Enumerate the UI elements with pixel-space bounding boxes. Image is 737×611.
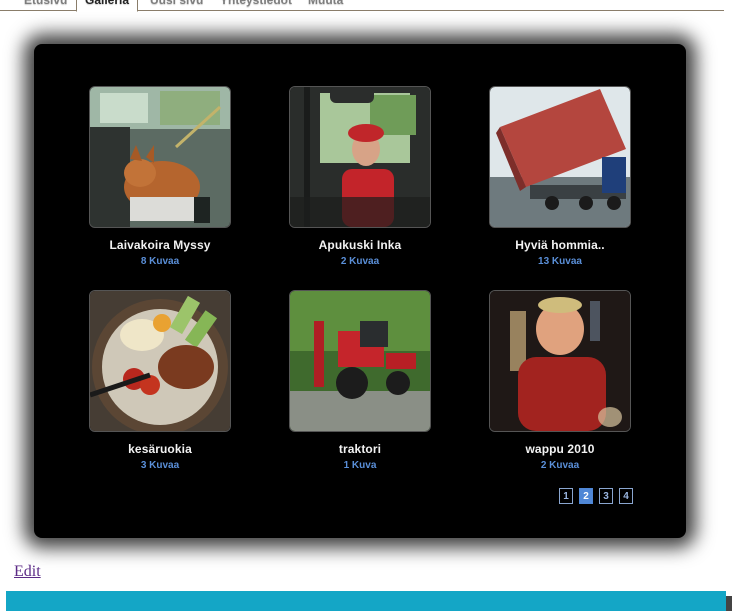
page-link[interactable]: 1 <box>559 488 573 504</box>
album-thumbnail[interactable] <box>289 86 431 228</box>
album-photo-count: 2 Kuvaa <box>340 256 380 267</box>
album-thumbnail[interactable] <box>89 290 231 432</box>
album-thumbnail[interactable] <box>489 290 631 432</box>
container-truck-image <box>490 87 630 227</box>
album-item[interactable]: Laivakoira Myssy 8 Kuvaa <box>80 86 240 267</box>
tab-yhteystiedot[interactable]: Yhteystiedot <box>220 0 292 10</box>
party-portrait-image <box>490 291 630 431</box>
album-thumbnail[interactable] <box>489 86 631 228</box>
album-title[interactable]: wappu 2010 <box>480 442 640 456</box>
red-tractor-image <box>290 291 430 431</box>
tab-strip: Etusivu Galleria Uusi sivu Yhteystiedot … <box>0 0 724 12</box>
tab-galleria[interactable]: Galleria <box>76 0 139 12</box>
page-link[interactable]: 3 <box>599 488 613 504</box>
gallery-panel: Laivakoira Myssy 8 Kuvaa Apukuski Inka 2… <box>34 44 686 538</box>
album-title[interactable]: Laivakoira Myssy <box>80 238 240 252</box>
album-thumbnail[interactable] <box>289 290 431 432</box>
footer-bar-shadow <box>726 596 732 611</box>
album-photo-count: 8 Kuvaa <box>140 256 180 267</box>
album-title[interactable]: traktori <box>280 442 440 456</box>
dog-in-cab-image <box>90 87 230 227</box>
album-item[interactable]: kesäruokia 3 Kuvaa <box>80 290 240 471</box>
edit-link[interactable]: Edit <box>14 563 41 581</box>
tab-uusi-sivu[interactable]: Uusi sivu <box>150 0 203 10</box>
pagination: 1 2 3 4 <box>559 488 633 504</box>
food-plate-image <box>90 291 230 431</box>
album-item[interactable]: Hyviä hommia.. 13 Kuvaa <box>480 86 640 267</box>
tab-etusivu[interactable]: Etusivu <box>24 0 67 10</box>
album-item[interactable]: wappu 2010 2 Kuvaa <box>480 290 640 471</box>
album-item[interactable]: Apukuski Inka 2 Kuvaa <box>280 86 440 267</box>
album-photo-count: 1 Kuva <box>343 460 377 471</box>
album-title[interactable]: Apukuski Inka <box>280 238 440 252</box>
page-link[interactable]: 4 <box>619 488 633 504</box>
footer-bar <box>6 591 726 611</box>
tab-muuta[interactable]: Muuta <box>308 0 343 10</box>
album-photo-count: 13 Kuvaa <box>538 256 582 267</box>
album-item[interactable]: traktori 1 Kuva <box>280 290 440 471</box>
girl-in-truck-image <box>290 87 430 227</box>
page-link-current[interactable]: 2 <box>579 488 593 504</box>
album-photo-count: 3 Kuvaa <box>140 460 180 471</box>
album-photo-count: 2 Kuvaa <box>540 460 580 471</box>
album-title[interactable]: Hyviä hommia.. <box>480 238 640 252</box>
album-title[interactable]: kesäruokia <box>80 442 240 456</box>
album-thumbnail[interactable] <box>89 86 231 228</box>
